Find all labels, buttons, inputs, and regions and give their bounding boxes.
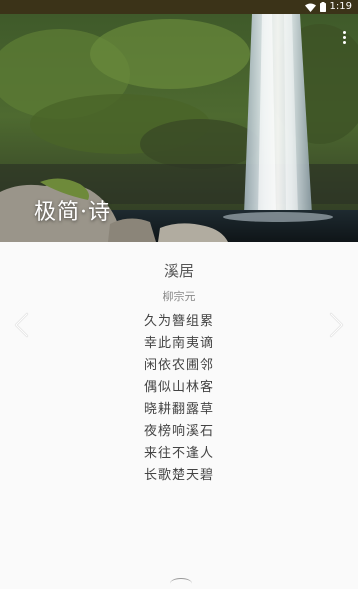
status-time: 1:19 bbox=[329, 1, 352, 12]
status-bar: 1:19 bbox=[0, 0, 358, 14]
more-vert-icon bbox=[342, 30, 346, 34]
poem-title: 溪居 bbox=[163, 262, 194, 280]
previous-poem-button[interactable] bbox=[12, 312, 32, 338]
more-vert-icon-dot bbox=[342, 40, 346, 44]
header-image: 极简·诗 bbox=[0, 14, 358, 242]
next-poem-button[interactable] bbox=[326, 312, 346, 338]
wifi-icon bbox=[304, 3, 316, 12]
battery-icon bbox=[319, 2, 326, 12]
more-vert-icon-dot bbox=[342, 35, 346, 39]
poem-line: 晓耕翻露草 bbox=[143, 402, 214, 417]
status-indicators: 1:19 bbox=[304, 0, 352, 14]
poem-body: 久为簪组累 幸此南夷谪 闲依农圃邻 偶似山林客 晓耕翻露草 夜榜响溪石 来往不逢… bbox=[0, 311, 358, 487]
poem-line: 长歌楚天碧 bbox=[143, 468, 214, 483]
poem-line: 幸此南夷谪 bbox=[143, 336, 214, 351]
poem-line: 来往不逢人 bbox=[143, 446, 214, 461]
bottom-handle[interactable] bbox=[170, 578, 192, 589]
poem-line: 久为簪组累 bbox=[143, 314, 214, 329]
poem-line: 夜榜响溪石 bbox=[143, 424, 214, 439]
poem-line: 偶似山林客 bbox=[143, 380, 214, 395]
chevron-left-icon bbox=[14, 312, 29, 338]
chevron-right-icon bbox=[329, 312, 344, 338]
poem-card: 溪居 柳宗元 久为簪组累 幸此南夷谪 闲依农圃邻 偶似山林客 晓耕翻露草 夜榜响… bbox=[0, 242, 358, 583]
poem-line: 闲依农圃邻 bbox=[143, 358, 214, 373]
app-title: 极简·诗 bbox=[34, 200, 111, 225]
poem-author: 柳宗元 bbox=[162, 290, 196, 303]
more-options-button[interactable] bbox=[336, 28, 352, 46]
